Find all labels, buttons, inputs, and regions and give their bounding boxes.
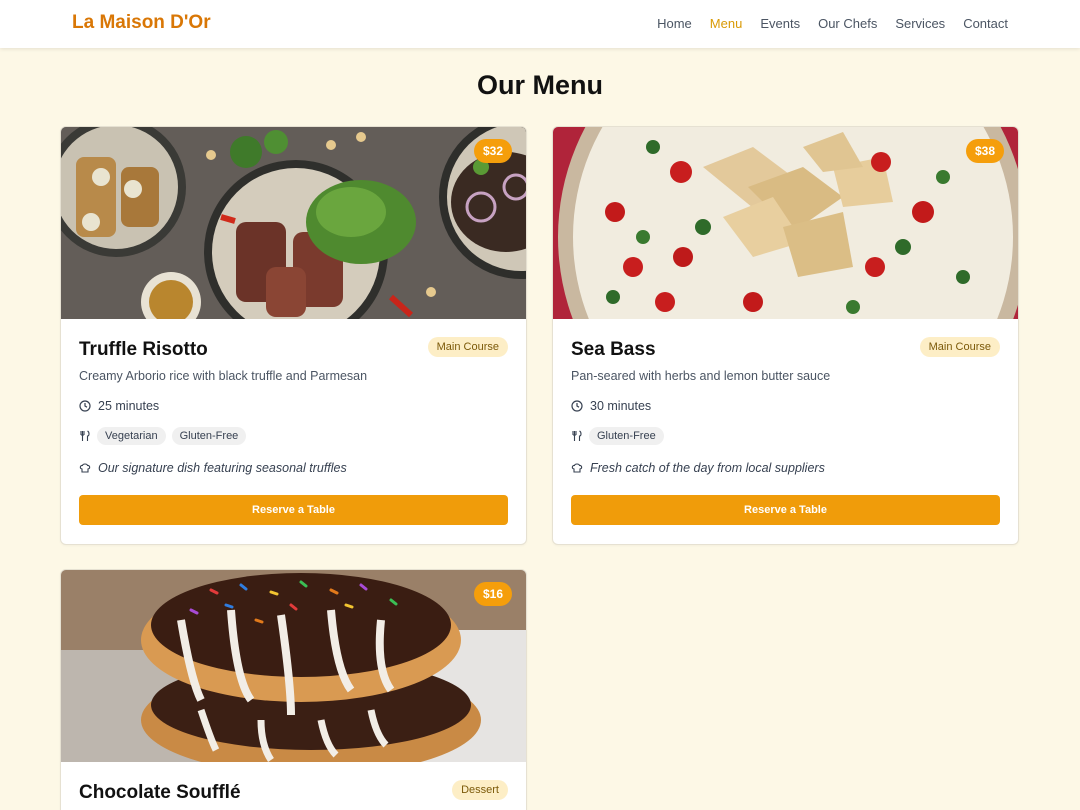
nav-events[interactable]: Events xyxy=(760,16,800,31)
tag-gluten-free: Gluten-Free xyxy=(171,427,247,445)
utensils-icon xyxy=(572,430,582,441)
category-badge: Dessert xyxy=(452,780,508,800)
tag-gluten-free: Gluten-Free xyxy=(589,427,664,445)
nav-menu[interactable]: Menu xyxy=(710,16,743,31)
nav-our-chefs[interactable]: Our Chefs xyxy=(818,16,877,31)
dietary-tags: Vegetarian Gluten-Free xyxy=(79,427,247,445)
dish-name: Sea Bass xyxy=(571,339,656,360)
nav-home[interactable]: Home xyxy=(657,16,692,31)
menu-card-chocolate-souffle: $16 Chocolate Soufflé Dessert xyxy=(60,569,527,810)
dip-platter-photo: $38 xyxy=(553,127,1018,319)
price-badge: $32 xyxy=(473,139,512,163)
page-title: Our Menu xyxy=(477,70,603,100)
clock-icon xyxy=(79,400,91,412)
nav-contact[interactable]: Contact xyxy=(963,16,1008,31)
price-badge: $38 xyxy=(965,139,1004,163)
dietary-tags: Gluten-Free xyxy=(571,427,664,445)
price-badge: $16 xyxy=(473,582,512,606)
plated-dishes-photo: $32 xyxy=(61,127,526,319)
prep-time: 30 minutes xyxy=(571,399,651,413)
dish-description: Creamy Arborio rice with black truffle a… xyxy=(79,369,368,383)
category-badge: Main Course xyxy=(427,337,508,357)
prep-time-text: 25 minutes xyxy=(98,399,160,413)
menu-card-truffle-risotto: $32 Truffle Risotto Main Course Creamy A… xyxy=(60,126,527,545)
nav-services[interactable]: Services xyxy=(895,16,945,31)
menu-card-sea-bass: $38 Sea Bass Main Course Pan-seared with… xyxy=(552,126,1019,545)
prep-time: 25 minutes xyxy=(79,399,159,413)
reserve-table-button[interactable]: Reserve a Table xyxy=(79,495,508,525)
brand-logo[interactable]: La Maison D'Or xyxy=(72,12,211,34)
dish-name: Chocolate Soufflé xyxy=(79,782,241,803)
reserve-table-button[interactable]: Reserve a Table xyxy=(571,495,1000,525)
chef-note: Fresh catch of the day from local suppli… xyxy=(571,461,825,475)
chef-hat-icon xyxy=(571,463,583,473)
main-nav: Home Menu Events Our Chefs Services Cont… xyxy=(657,16,1008,31)
tag-vegetarian: Vegetarian xyxy=(97,427,166,445)
clock-icon xyxy=(571,400,583,412)
chef-note-text: Our signature dish featuring seasonal tr… xyxy=(98,461,347,475)
top-navbar: La Maison D'Or Home Menu Events Our Chef… xyxy=(0,0,1080,48)
category-badge: Main Course xyxy=(919,337,1000,357)
chef-note: Our signature dish featuring seasonal tr… xyxy=(79,461,347,475)
chef-hat-icon xyxy=(79,463,91,473)
dish-description: Pan-seared with herbs and lemon butter s… xyxy=(571,369,831,383)
chef-note-text: Fresh catch of the day from local suppli… xyxy=(590,461,825,475)
utensils-icon xyxy=(80,430,90,441)
prep-time-text: 30 minutes xyxy=(590,399,652,413)
dish-name: Truffle Risotto xyxy=(79,339,208,360)
donuts-photo: $16 xyxy=(61,570,526,762)
